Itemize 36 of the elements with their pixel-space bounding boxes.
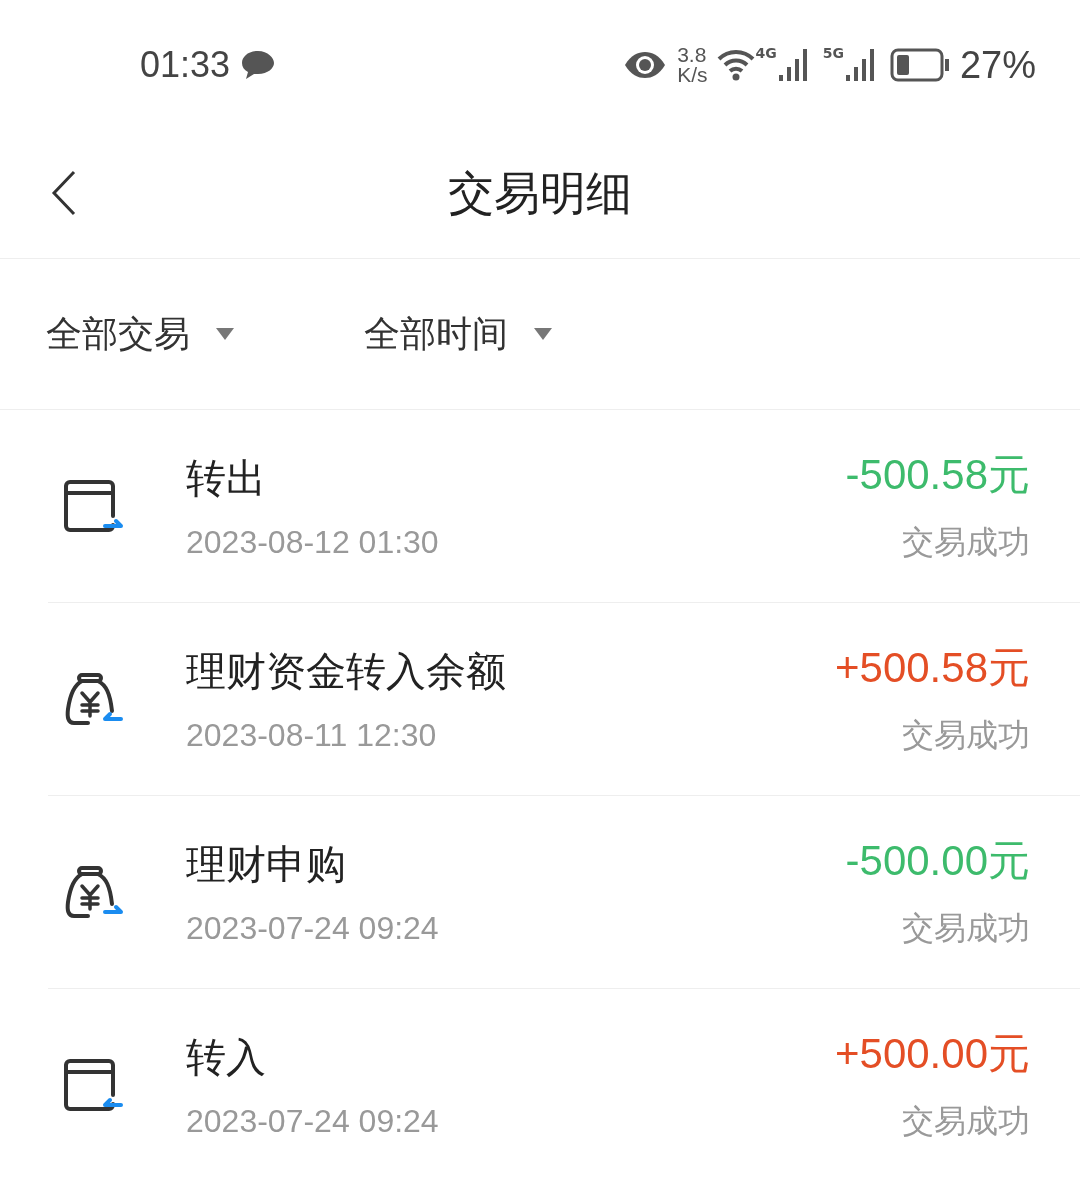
transaction-status: 交易成功 [902,908,1030,949]
transaction-amount: -500.00元 [845,836,1030,886]
clock-time: 01:33 [140,44,231,86]
transaction-row[interactable]: 理财资金转入余额 2023-08-11 12:30 +500.58元 交易成功 [48,603,1080,796]
transaction-amount: +500.00元 [835,1029,1030,1079]
transaction-date: 2023-08-12 01:30 [186,524,440,561]
transaction-date: 2023-08-11 12:30 [186,717,438,754]
transaction-title: 转出 [186,454,267,503]
eye-icon [623,51,668,79]
battery-icon [889,48,950,82]
transaction-amount: +500.58元 [835,643,1030,693]
network-label: 5G [822,45,844,61]
transaction-row[interactable]: 转出 2023-08-12 01:30 -500.58元 交易成功 [48,410,1080,603]
filter-dropdown[interactable]: 全部时间 [364,309,682,359]
transaction-status: 交易成功 [902,1101,1030,1142]
transaction-row[interactable]: 转入 2023-07-24 09:24 +500.00元 交易成功 [48,989,1080,1181]
wifi-icon [717,49,756,81]
transaction-amount: -500.58元 [845,450,1030,500]
transaction-date: 2023-07-24 09:24 [186,910,440,947]
back-chevron-icon [50,170,78,216]
filter-dropdown[interactable]: 全部交易 [46,309,364,359]
battery-percentage: 27% [959,43,1036,87]
transaction-title: 理财申购 [186,840,347,889]
page-title: 交易明细 [448,165,632,222]
dropdown-triangle-icon [216,328,234,340]
transaction-status: 交易成功 [902,715,1030,756]
network-label: 4G [755,45,777,61]
transaction-date: 2023-07-24 09:24 [186,1103,440,1140]
transaction-title: 转入 [186,1033,267,1082]
transaction-status: 交易成功 [902,522,1030,563]
speed-value: 3.8 [677,45,708,65]
speed-unit: K/s [677,65,708,85]
chat-bubble-icon [240,49,277,81]
transaction-title: 理财资金转入余额 [186,647,507,696]
dropdown-triangle-icon [534,328,552,340]
transaction-row[interactable]: 理财申购 2023-07-24 09:24 -500.00元 交易成功 [48,796,1080,989]
